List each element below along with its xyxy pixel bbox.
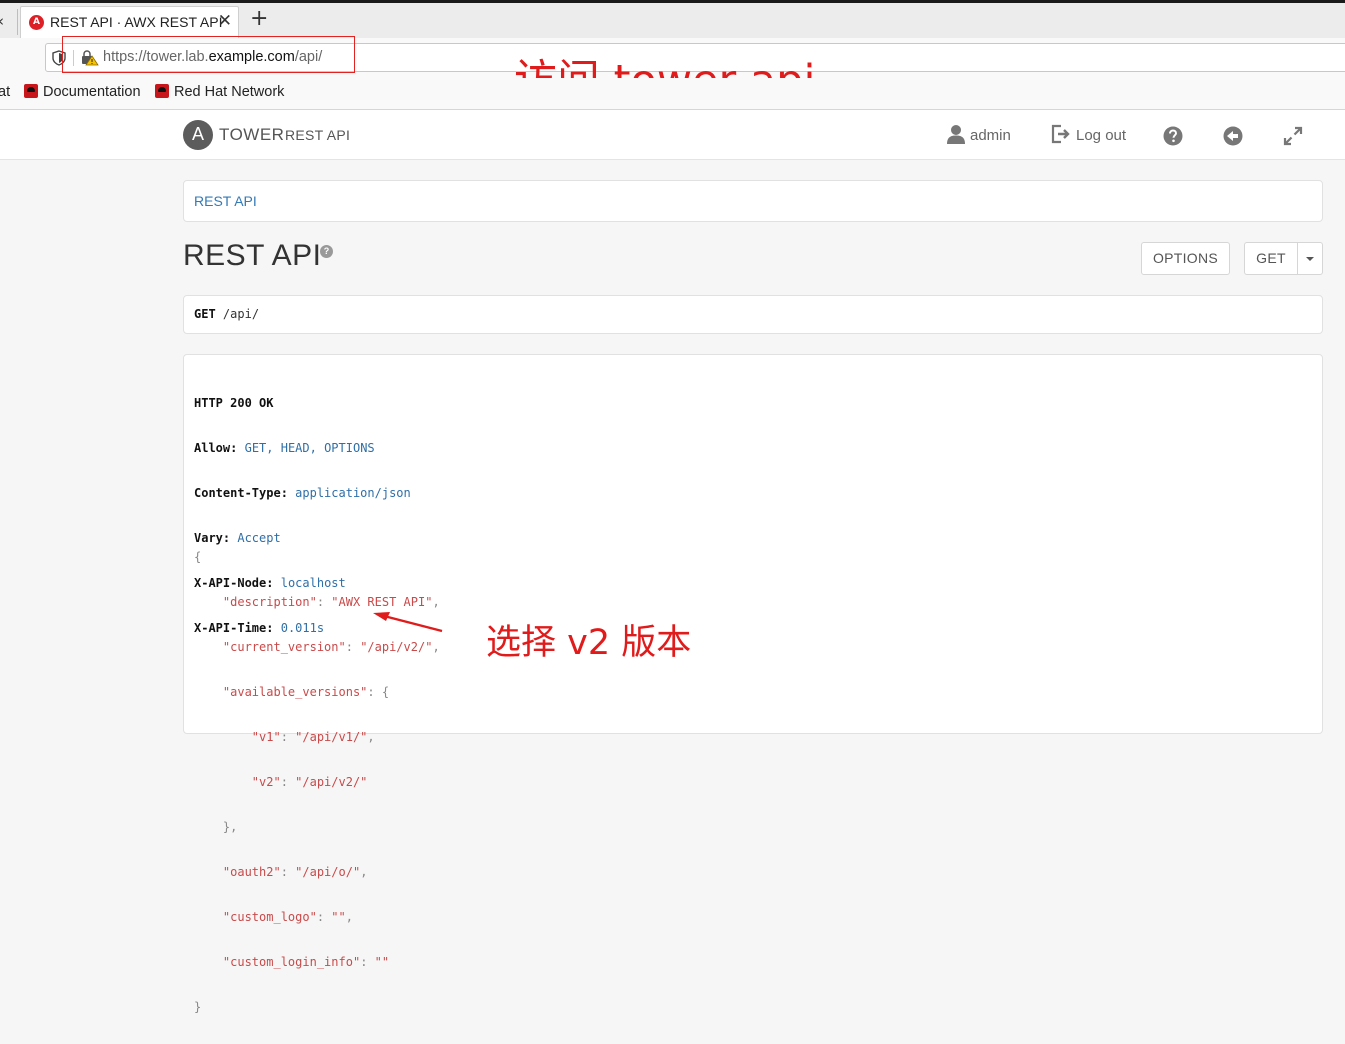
response-status: HTTP 200 OK bbox=[194, 396, 274, 410]
json-key: "oauth2" bbox=[222, 865, 281, 879]
header-value: GET, HEAD, OPTIONS bbox=[244, 441, 375, 455]
brand-name: TOWER bbox=[219, 125, 285, 144]
json-key: "custom_logo" bbox=[222, 910, 317, 924]
json-value: "" bbox=[374, 955, 390, 969]
json-line: }, bbox=[194, 820, 238, 834]
username: admin bbox=[970, 127, 1011, 144]
json-line: } bbox=[194, 999, 440, 1016]
json-value: "AWX REST API" bbox=[331, 595, 433, 609]
tab-close-icon[interactable]: ✕ bbox=[218, 11, 232, 31]
header-key: Content-Type: bbox=[194, 486, 288, 500]
bookmark-red-hat-network[interactable]: Red Hat Network bbox=[155, 84, 284, 100]
ansible-logo-icon[interactable]: A bbox=[183, 120, 213, 150]
caret-down-icon bbox=[1306, 257, 1314, 261]
bookmark-partial[interactable]: at bbox=[0, 84, 10, 100]
breadcrumb: REST API bbox=[183, 180, 1323, 222]
json-value: "" bbox=[331, 910, 346, 924]
json-line: { bbox=[194, 549, 440, 566]
json-brace: } bbox=[194, 1000, 202, 1014]
tab-separator bbox=[17, 9, 18, 35]
ansible-favicon-icon: A bbox=[29, 15, 44, 30]
json-line: "v1": "/api/v1/", bbox=[251, 730, 375, 744]
response-json-body: { "description": "AWX REST API", "curren… bbox=[194, 521, 440, 1044]
tab-scroll-left-icon[interactable]: ‹ bbox=[0, 12, 4, 30]
redhat-bookmark-icon bbox=[24, 84, 38, 98]
request-line: GET /api/ bbox=[194, 307, 259, 321]
logo-letter: A bbox=[191, 124, 204, 144]
get-dropdown-button[interactable] bbox=[1297, 242, 1323, 275]
new-tab-plus-icon[interactable]: + bbox=[250, 6, 268, 31]
response-header-row: Content-Type: application/json bbox=[194, 485, 411, 502]
json-line: "oauth2": "/api/o/", bbox=[222, 865, 368, 879]
logout-link[interactable]: Log out bbox=[1050, 124, 1126, 144]
json-line: "custom_login_info": "" bbox=[222, 955, 390, 969]
json-line: "available_versions": { bbox=[222, 685, 390, 699]
json-link-value[interactable]: "/api/v2/" bbox=[360, 640, 432, 654]
brand-subtitle: REST API bbox=[285, 127, 351, 143]
header-value: application/json bbox=[295, 486, 411, 500]
json-line: "v2": "/api/v2/" bbox=[251, 775, 368, 789]
logout-label: Log out bbox=[1076, 127, 1127, 144]
header-key: Allow: bbox=[194, 441, 238, 455]
tab-title: REST API · AWX REST API bbox=[50, 14, 223, 30]
bookmark-documentation-label: Documentation bbox=[43, 84, 141, 100]
json-key: "v1" bbox=[251, 730, 281, 744]
annotation-arrow-icon bbox=[373, 612, 443, 633]
get-button[interactable]: GET bbox=[1244, 242, 1298, 275]
json-brace: { bbox=[194, 550, 202, 564]
response-panel: HTTP 200 OK Allow: GET, HEAD, OPTIONS Co… bbox=[183, 354, 1323, 1014]
app-header: A TOWER REST API admin Log out bbox=[0, 110, 1345, 160]
request-path: /api/ bbox=[222, 307, 260, 321]
json-link-value[interactable]: "/api/v1/" bbox=[295, 730, 367, 744]
breadcrumb-rest-api[interactable]: REST API bbox=[194, 193, 257, 209]
redhat-bookmark-icon bbox=[155, 84, 169, 98]
request-panel: GET /api/ bbox=[183, 295, 1323, 334]
user-menu[interactable]: admin bbox=[946, 124, 1011, 144]
browser-tab-active[interactable]: A REST API · AWX REST API ✕ bbox=[20, 6, 239, 38]
json-key: "description" bbox=[222, 595, 317, 609]
annotation-choose-v2: 选择 v2 版本 bbox=[486, 623, 692, 663]
json-key: "current_version" bbox=[222, 640, 346, 654]
json-link-value-v2[interactable]: "/api/v2/" bbox=[295, 775, 367, 789]
json-line: "current_version": "/api/v2/", bbox=[222, 640, 440, 654]
back-arrow-icon[interactable] bbox=[1223, 126, 1243, 146]
request-method: GET bbox=[194, 307, 216, 321]
json-link-value[interactable]: "/api/o/" bbox=[295, 865, 360, 879]
response-header-row: Allow: GET, HEAD, OPTIONS bbox=[194, 440, 411, 457]
page-title: REST API bbox=[183, 239, 322, 272]
json-key: "available_versions" bbox=[222, 685, 368, 699]
options-button[interactable]: OPTIONS bbox=[1141, 242, 1230, 275]
help-icon[interactable] bbox=[1163, 126, 1183, 146]
json-key: "v2" bbox=[251, 775, 281, 789]
bookmark-documentation[interactable]: Documentation bbox=[24, 84, 141, 100]
json-line: "custom_logo": "", bbox=[222, 910, 353, 924]
bookmarks-bar: at Documentation Red Hat Network bbox=[0, 78, 1345, 110]
title-help-icon[interactable]: ? bbox=[320, 245, 333, 258]
browser-tab-bar: ‹ A REST API · AWX REST API ✕ + bbox=[0, 0, 1345, 38]
expand-icon[interactable] bbox=[1283, 126, 1303, 146]
bookmark-rhn-label: Red Hat Network bbox=[174, 84, 285, 100]
user-icon bbox=[947, 125, 965, 144]
logout-icon bbox=[1051, 124, 1070, 144]
json-key: "custom_login_info" bbox=[222, 955, 361, 969]
url-highlight-box bbox=[62, 36, 355, 73]
